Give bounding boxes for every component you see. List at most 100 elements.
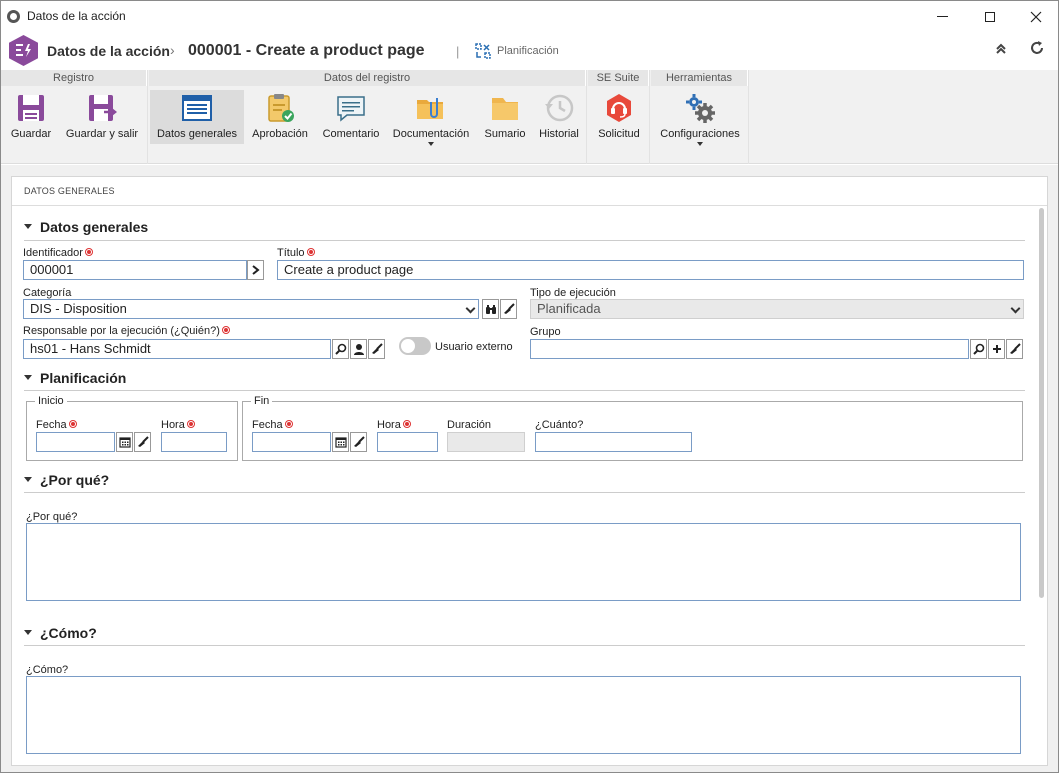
porque-textarea[interactable] — [26, 523, 1021, 601]
required-icon — [221, 326, 230, 334]
guardar-y-salir-label: Guardar y salir — [65, 128, 139, 140]
search-icon — [334, 343, 346, 355]
historial-button[interactable]: Historial — [535, 90, 583, 144]
inicio-fecha-clear-button[interactable] — [134, 432, 151, 452]
ribbon-group-se-suite: SE Suite Solicitud — [588, 70, 650, 164]
inicio-legend: Inicio — [35, 395, 67, 407]
grupo-input[interactable] — [530, 339, 969, 359]
fin-fecha-input[interactable] — [252, 432, 331, 452]
solicitud-button[interactable]: Solicitud — [590, 90, 648, 144]
guardar-button[interactable]: Guardar — [3, 90, 59, 144]
ribbon-group-label: SE Suite — [588, 70, 649, 86]
identificador-next-button[interactable] — [247, 260, 264, 280]
general-data-panel: DATOS GENERALES Datos generales Identifi… — [11, 176, 1048, 766]
section-why-header[interactable]: ¿Por qué? — [24, 472, 109, 492]
ribbon-group-label: Registro — [1, 70, 147, 86]
section-how-header[interactable]: ¿Cómo? — [24, 625, 97, 645]
section-divider — [24, 645, 1025, 646]
duracion-input — [447, 432, 525, 452]
minimize-button[interactable] — [919, 1, 965, 32]
aprobacion-button[interactable]: Aprobación — [245, 90, 315, 144]
maximize-icon — [985, 11, 995, 22]
sumario-button[interactable]: Sumario — [477, 90, 533, 144]
page-title: 000001 - Create a product page — [188, 42, 425, 59]
section-how-title: ¿Cómo? — [40, 625, 97, 641]
comment-icon — [337, 96, 365, 122]
save-exit-icon — [89, 95, 118, 121]
plus-icon — [992, 345, 1001, 353]
datos-generales-button[interactable]: Datos generales — [150, 90, 244, 144]
duracion-label: Duración — [447, 419, 492, 431]
calendar-icon — [118, 437, 131, 448]
categoria-clear-button[interactable] — [500, 299, 517, 319]
fin-legend: Fin — [251, 395, 273, 407]
guardar-y-salir-button[interactable]: Guardar y salir — [61, 90, 143, 144]
tipo-ejecucion-label: Tipo de ejecución — [530, 287, 616, 299]
documentacion-button[interactable]: Documentación — [389, 90, 473, 146]
inicio-hora-input[interactable] — [161, 432, 227, 452]
responsable-input[interactable]: hs01 - Hans Schmidt — [23, 339, 331, 359]
form-window-icon — [182, 95, 212, 121]
section-general-header[interactable]: Datos generales — [24, 219, 148, 239]
responsable-search-button[interactable] — [332, 339, 349, 359]
categoria-label: Categoría — [23, 287, 72, 299]
usuario-externo-toggle[interactable] — [399, 337, 431, 355]
inicio-fecha-input[interactable] — [36, 432, 115, 452]
tipo-ejecucion-value: Planificada — [537, 301, 601, 316]
section-planning-header[interactable]: Planificación — [24, 370, 126, 390]
responsable-user-button[interactable] — [350, 339, 367, 359]
binoculars-icon — [485, 304, 496, 314]
chevron-down-icon — [697, 142, 703, 146]
fin-calendar-button[interactable] — [332, 432, 349, 452]
como-label: ¿Cómo? — [26, 664, 69, 676]
tipo-ejecucion-select: Planificada — [530, 299, 1024, 319]
grupo-label: Grupo — [530, 326, 561, 338]
identificador-input[interactable]: 000001 — [23, 260, 247, 280]
vertical-scrollbar[interactable] — [1039, 208, 1044, 598]
responsable-label: Responsable por la ejecución (¿Quién?) — [23, 325, 230, 337]
window-title: Datos de la acción — [27, 9, 126, 23]
responsable-clear-button[interactable] — [368, 339, 385, 359]
chevron-right-icon — [252, 265, 260, 275]
summary-folder-icon — [492, 98, 518, 120]
chevron-down-icon — [428, 142, 434, 146]
categoria-search-button[interactable] — [482, 299, 499, 319]
app-icon — [7, 10, 20, 23]
configuraciones-button[interactable]: Configuraciones — [653, 90, 747, 146]
request-support-icon — [607, 94, 631, 122]
refresh-icon[interactable] — [1029, 40, 1045, 61]
required-icon — [402, 420, 411, 428]
chevron-down-icon — [1010, 303, 1021, 314]
ribbon-group-label: Datos del registro — [149, 70, 586, 86]
fin-hora-input[interactable] — [377, 432, 438, 452]
section-collapse-icon — [24, 476, 32, 482]
inicio-calendar-button[interactable] — [116, 432, 133, 452]
collapse-up-icon[interactable] — [995, 42, 1007, 58]
fin-fecha-clear-button[interactable] — [350, 432, 367, 452]
title-bar: Datos de la acción — [1, 1, 1058, 32]
guardar-label: Guardar — [10, 128, 52, 140]
section-divider — [24, 240, 1025, 241]
cuanto-input[interactable] — [535, 432, 692, 452]
maximize-button[interactable] — [967, 1, 1013, 32]
inicio-hora-label: Hora — [161, 419, 195, 431]
grupo-search-button[interactable] — [970, 339, 987, 359]
como-textarea[interactable] — [26, 676, 1021, 754]
comentario-button[interactable]: Comentario — [317, 90, 385, 144]
grupo-add-button[interactable] — [988, 339, 1005, 359]
history-icon — [545, 94, 574, 122]
breadcrumb-root[interactable]: Datos de la acción — [47, 43, 170, 59]
titulo-input[interactable]: Create a product page — [277, 260, 1024, 280]
fin-hora-label: Hora — [377, 419, 411, 431]
categoria-select[interactable]: DIS - Disposition — [23, 299, 479, 319]
section-why-title: ¿Por qué? — [40, 472, 110, 488]
broom-icon — [1009, 343, 1021, 354]
save-icon — [18, 95, 44, 121]
required-icon — [306, 248, 315, 256]
ribbon-group-datos-registro: Datos del registro Datos generales Aprob… — [149, 70, 587, 164]
documentation-folder-icon — [417, 98, 443, 119]
grupo-clear-button[interactable] — [1006, 339, 1023, 359]
close-button[interactable] — [1013, 1, 1058, 32]
action-logo-icon — [9, 35, 38, 66]
required-icon — [84, 248, 93, 256]
